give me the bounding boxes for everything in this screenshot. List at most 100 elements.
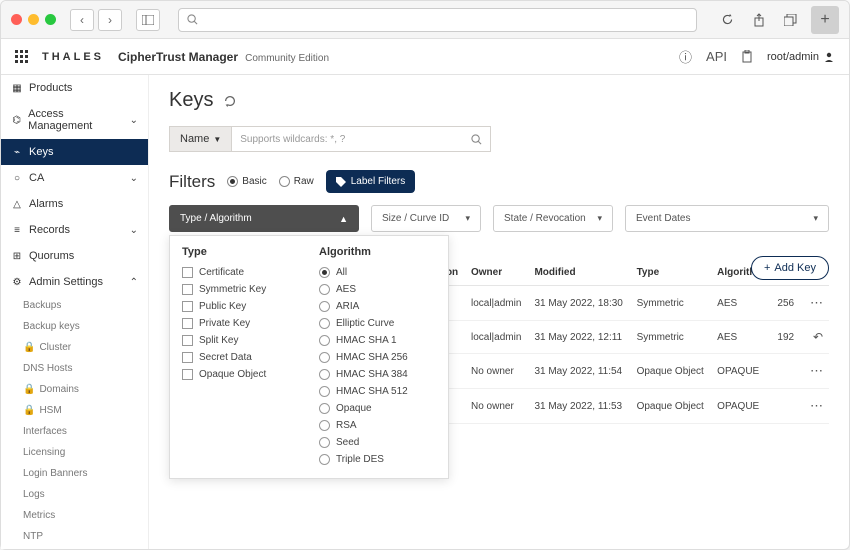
filter-event-dates[interactable]: Event Dates ▾ bbox=[625, 205, 829, 232]
type-option-split-key[interactable]: Split Key bbox=[182, 332, 299, 349]
brand-thales: THALES bbox=[42, 51, 104, 63]
type-option-secret-data[interactable]: Secret Data bbox=[182, 349, 299, 366]
sidebar-sub-dns-hosts[interactable]: DNS Hosts bbox=[1, 358, 148, 379]
button-label: Label Filters bbox=[351, 176, 405, 187]
filter-label: Event Dates bbox=[636, 213, 690, 224]
tag-icon bbox=[336, 177, 346, 187]
forward-button[interactable]: › bbox=[98, 9, 122, 31]
filter-mode-raw[interactable]: Raw bbox=[279, 176, 314, 187]
sidebar-item-ca[interactable]: ○CA⌄ bbox=[1, 165, 148, 191]
option-label: RSA bbox=[336, 420, 357, 431]
sidebar-sub-metrics[interactable]: Metrics bbox=[1, 505, 148, 526]
search-icon bbox=[187, 14, 198, 25]
cell-modified: 31 May 2022, 11:54 bbox=[528, 354, 630, 389]
user-menu[interactable]: root/admin bbox=[767, 51, 835, 63]
sidebar-sub-password-policy[interactable]: Password Policy bbox=[1, 547, 148, 549]
sidebar-sub-interfaces[interactable]: Interfaces bbox=[1, 421, 148, 442]
type-option-opaque-object[interactable]: Opaque Object bbox=[182, 366, 299, 383]
sidebar-sub-backup-keys[interactable]: Backup keys bbox=[1, 316, 148, 337]
option-label: Private Key bbox=[199, 318, 250, 329]
algo-option-hmac-sha1[interactable]: HMAC SHA 1 bbox=[319, 332, 436, 349]
algo-option-seed[interactable]: Seed bbox=[319, 434, 436, 451]
sidebar-item-access-management[interactable]: ⌬Access Management⌄ bbox=[1, 101, 148, 139]
row-actions-menu[interactable]: ⋯ bbox=[804, 286, 829, 321]
address-bar[interactable] bbox=[178, 8, 697, 32]
option-label: Opaque Object bbox=[199, 369, 266, 380]
dropdown-type-heading: Type bbox=[182, 246, 299, 258]
radio-icon bbox=[319, 386, 330, 397]
col-owner[interactable]: Owner bbox=[465, 260, 528, 286]
algo-option-aria[interactable]: ARIA bbox=[319, 298, 436, 315]
sidebar-sub-backups[interactable]: Backups bbox=[1, 295, 148, 316]
access-icon: ⌬ bbox=[11, 115, 22, 126]
sidebar-item-alarms[interactable]: △Alarms bbox=[1, 191, 148, 217]
algo-option-aes[interactable]: AES bbox=[319, 281, 436, 298]
sidebar-sub-ntp[interactable]: NTP bbox=[1, 526, 148, 547]
algo-option-hmac-sha384[interactable]: HMAC SHA 384 bbox=[319, 366, 436, 383]
option-label: Secret Data bbox=[199, 352, 252, 363]
sidebar-item-records[interactable]: ≡Records⌄ bbox=[1, 217, 148, 243]
algo-option-all[interactable]: All bbox=[319, 264, 436, 281]
option-label: HMAC SHA 512 bbox=[336, 386, 408, 397]
info-icon[interactable]: ⓘ bbox=[679, 47, 692, 66]
checkbox-icon bbox=[182, 301, 193, 312]
sidebar-sub-logs[interactable]: Logs bbox=[1, 484, 148, 505]
row-actions-menu[interactable]: ⋯ bbox=[804, 354, 829, 389]
filter-type-algorithm[interactable]: Type / Algorithm ▲ bbox=[169, 205, 359, 232]
back-button[interactable]: ‹ bbox=[70, 9, 94, 31]
algo-option-elliptic-curve[interactable]: Elliptic Curve bbox=[319, 315, 436, 332]
sidebar: ▦Products ⌬Access Management⌄ ⌁Keys ○CA⌄… bbox=[1, 75, 149, 549]
row-actions-menu[interactable]: ⋯ bbox=[804, 389, 829, 424]
label-filters-button[interactable]: Label Filters bbox=[326, 170, 415, 193]
checkbox-icon bbox=[182, 267, 193, 278]
algo-option-opaque[interactable]: Opaque bbox=[319, 400, 436, 417]
maximize-window-icon[interactable] bbox=[45, 14, 56, 25]
sidebar-sub-domains[interactable]: 🔒Domains bbox=[1, 379, 148, 400]
algo-option-triple-des[interactable]: Triple DES bbox=[319, 451, 436, 468]
apps-grid-icon[interactable] bbox=[15, 50, 28, 63]
sidebar-toggle-icon[interactable] bbox=[136, 9, 160, 31]
sidebar-sub-licensing[interactable]: Licensing bbox=[1, 442, 148, 463]
filter-mode-basic[interactable]: Basic bbox=[227, 176, 266, 187]
sidebar-sub-hsm[interactable]: 🔒HSM bbox=[1, 400, 148, 421]
share-icon[interactable] bbox=[747, 9, 771, 31]
refresh-icon[interactable] bbox=[223, 94, 237, 108]
ca-icon: ○ bbox=[11, 173, 23, 184]
reload-icon[interactable] bbox=[715, 9, 739, 31]
search-field-selector[interactable]: Name ▼ bbox=[169, 126, 231, 152]
row-undo-icon[interactable]: ↶ bbox=[804, 321, 829, 354]
option-label: All bbox=[336, 267, 347, 278]
option-label: Split Key bbox=[199, 335, 238, 346]
gear-icon: ⚙ bbox=[11, 277, 23, 288]
api-link[interactable]: API bbox=[706, 49, 727, 64]
algo-option-hmac-sha512[interactable]: HMAC SHA 512 bbox=[319, 383, 436, 400]
sidebar-label: Records bbox=[29, 224, 70, 236]
sidebar-item-admin-settings[interactable]: ⚙Admin Settings⌃ bbox=[1, 269, 148, 295]
type-option-public-key[interactable]: Public Key bbox=[182, 298, 299, 315]
search-input[interactable]: Supports wildcards: *, ? bbox=[231, 126, 491, 152]
type-option-private-key[interactable]: Private Key bbox=[182, 315, 299, 332]
tabs-icon[interactable] bbox=[779, 9, 803, 31]
filter-state-revocation[interactable]: State / Revocation ▾ bbox=[493, 205, 613, 232]
option-label: Elliptic Curve bbox=[336, 318, 394, 329]
sidebar-item-keys[interactable]: ⌁Keys bbox=[1, 139, 148, 165]
filter-label: State / Revocation bbox=[504, 213, 586, 224]
sidebar-item-products[interactable]: ▦Products bbox=[1, 75, 148, 101]
close-window-icon[interactable] bbox=[11, 14, 22, 25]
sidebar-sub-login-banners[interactable]: Login Banners bbox=[1, 463, 148, 484]
type-option-certificate[interactable]: Certificate bbox=[182, 264, 299, 281]
minimize-window-icon[interactable] bbox=[28, 14, 39, 25]
new-tab-button[interactable]: + bbox=[811, 6, 839, 34]
col-type[interactable]: Type bbox=[631, 260, 712, 286]
cell-owner: local|admin bbox=[465, 286, 528, 321]
algo-option-rsa[interactable]: RSA bbox=[319, 417, 436, 434]
col-modified[interactable]: Modified bbox=[528, 260, 630, 286]
add-key-button[interactable]: +Add Key bbox=[751, 256, 829, 280]
type-option-symmetric-key[interactable]: Symmetric Key bbox=[182, 281, 299, 298]
cell-algorithm: AES bbox=[711, 321, 771, 354]
filter-size-curve[interactable]: Size / Curve ID ▾ bbox=[371, 205, 481, 232]
sidebar-item-quorums[interactable]: ⊞Quorums bbox=[1, 243, 148, 269]
sidebar-sub-cluster[interactable]: 🔒Cluster bbox=[1, 337, 148, 358]
algo-option-hmac-sha256[interactable]: HMAC SHA 256 bbox=[319, 349, 436, 366]
clipboard-icon[interactable] bbox=[741, 50, 753, 63]
